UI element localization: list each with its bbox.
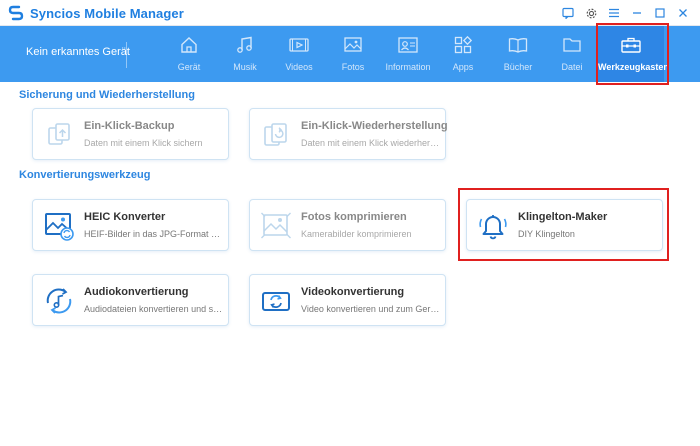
music-icon bbox=[237, 36, 252, 53]
restore-icon bbox=[264, 123, 287, 146]
card-audio-conversion[interactable]: Audiokonvertierung Audiodateien konverti… bbox=[32, 274, 229, 326]
home-icon bbox=[181, 37, 197, 53]
card-one-click-backup[interactable]: Ein-Klick-Backup Daten mit einem Klick s… bbox=[32, 108, 229, 160]
card-video-conversion[interactable]: Videokonvertierung Video konvertieren un… bbox=[249, 274, 446, 326]
book-icon bbox=[508, 38, 528, 53]
card-title: Fotos komprimieren bbox=[301, 211, 407, 223]
minimize-button[interactable] bbox=[626, 4, 648, 22]
card-subtitle: HEIF-Bilder in das JPG-Format kon... bbox=[84, 229, 224, 239]
photo-icon bbox=[344, 37, 362, 52]
card-ringtone-maker[interactable]: Klingelton-Maker DIY Klingelton bbox=[466, 199, 663, 251]
nav-information[interactable]: Information bbox=[380, 26, 436, 82]
heic-convert-icon bbox=[45, 213, 74, 241]
settings-button[interactable] bbox=[580, 4, 602, 22]
card-subtitle: Daten mit einem Klick sichern bbox=[84, 138, 203, 148]
card-title: Videokonvertierung bbox=[301, 286, 405, 298]
card-title: Ein-Klick-Backup bbox=[84, 120, 175, 132]
close-button[interactable] bbox=[672, 4, 694, 22]
nav-videos[interactable]: Videos bbox=[271, 26, 327, 82]
nav-label: Datei bbox=[561, 62, 583, 72]
video-convert-icon bbox=[262, 292, 290, 311]
nav-label: Gerät bbox=[177, 62, 201, 72]
folder-icon bbox=[563, 38, 581, 52]
card-title: Klingelton-Maker bbox=[518, 211, 608, 223]
card-heic-converter[interactable]: HEIC Konverter HEIF-Bilder in das JPG-Fo… bbox=[32, 199, 229, 251]
minimize-icon bbox=[633, 12, 641, 14]
toolbox-icon bbox=[621, 37, 641, 53]
nav-music[interactable]: Musik bbox=[217, 26, 273, 82]
toolbar-divider bbox=[126, 42, 127, 68]
nav-apps[interactable]: Apps bbox=[435, 26, 491, 82]
hamburger-icon bbox=[609, 8, 619, 18]
app-title: Syncios Mobile Manager bbox=[30, 6, 184, 21]
close-icon bbox=[679, 9, 687, 17]
nav-books[interactable]: Bücher bbox=[490, 26, 546, 82]
syncios-logo-icon bbox=[8, 5, 24, 21]
nav-files[interactable]: Datei bbox=[544, 26, 600, 82]
card-title: Audiokonvertierung bbox=[84, 286, 189, 298]
gear-icon bbox=[586, 8, 596, 18]
video-icon bbox=[289, 38, 309, 52]
menu-button[interactable] bbox=[603, 4, 625, 22]
photo-compress-icon bbox=[261, 212, 291, 239]
maximize-icon bbox=[655, 8, 665, 18]
audio-convert-icon bbox=[46, 288, 72, 314]
nav-label: Information bbox=[385, 62, 431, 72]
card-title: Ein-Klick-Wiederherstellung bbox=[301, 120, 448, 132]
nav-label: Musik bbox=[233, 62, 257, 72]
chat-icon bbox=[562, 7, 574, 19]
nav-label: Videos bbox=[285, 62, 313, 72]
card-subtitle: Video konvertieren und zum Gerät... bbox=[301, 304, 441, 314]
section-title-backup: Sicherung und Wiederherstellung bbox=[19, 89, 195, 101]
main-toolbar: Kein erkanntes Gerät Gerät Musik Videos … bbox=[0, 26, 700, 82]
maximize-button[interactable] bbox=[649, 4, 671, 22]
section-title-convert: Konvertierungswerkzeug bbox=[19, 169, 151, 181]
card-subtitle: Daten mit einem Klick wiederherst... bbox=[301, 138, 441, 148]
nav-label: Bücher bbox=[503, 62, 533, 72]
feedback-button[interactable] bbox=[557, 4, 579, 22]
card-compress-photos[interactable]: Fotos komprimieren Kamerabilder komprimi… bbox=[249, 199, 446, 251]
nav-device[interactable]: Gerät bbox=[161, 26, 217, 82]
title-bar: Syncios Mobile Manager bbox=[0, 0, 700, 26]
nav-label: Werkzeugkasten bbox=[598, 62, 669, 72]
card-subtitle: DIY Klingelton bbox=[518, 229, 575, 239]
nav-label: Fotos bbox=[341, 62, 365, 72]
device-status: Kein erkanntes Gerät bbox=[26, 46, 130, 58]
contact-card-icon bbox=[398, 37, 418, 53]
backup-icon bbox=[48, 123, 70, 145]
nav-photos[interactable]: Fotos bbox=[325, 26, 381, 82]
card-one-click-restore[interactable]: Ein-Klick-Wiederherstellung Daten mit ei… bbox=[249, 108, 448, 160]
card-subtitle: Kamerabilder komprimieren bbox=[301, 229, 412, 239]
nav-label: Apps bbox=[452, 62, 474, 72]
nav-toolbox[interactable]: Werkzeugkasten bbox=[598, 26, 669, 82]
bell-icon bbox=[479, 215, 507, 240]
card-subtitle: Audiodateien konvertieren und sie... bbox=[84, 304, 224, 314]
card-title: HEIC Konverter bbox=[84, 211, 166, 223]
apps-icon bbox=[454, 35, 473, 54]
